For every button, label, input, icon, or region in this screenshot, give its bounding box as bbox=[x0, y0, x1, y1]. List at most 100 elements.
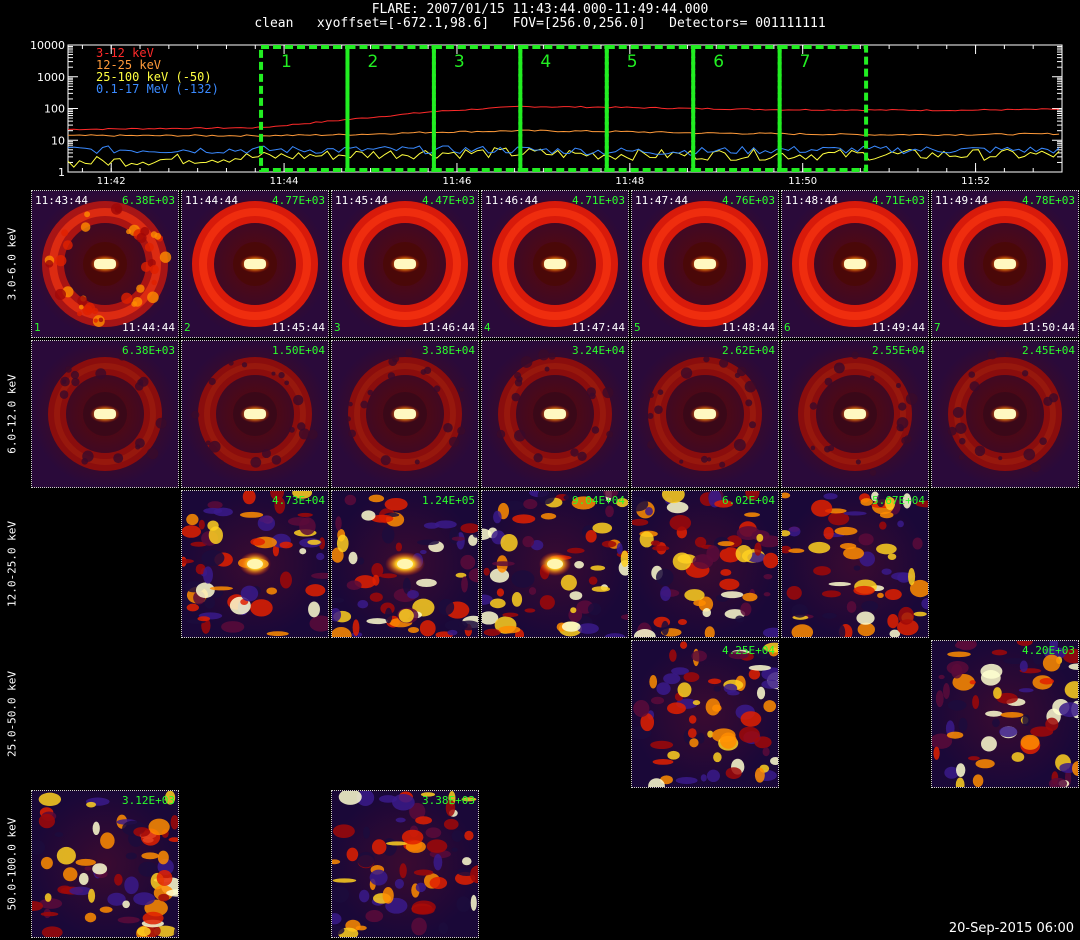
noise-blob bbox=[208, 440, 221, 453]
noise-blob bbox=[40, 911, 59, 917]
noise-blob bbox=[1043, 396, 1053, 406]
noise-blob bbox=[308, 601, 320, 618]
noise-blob bbox=[65, 366, 72, 373]
noise-blob bbox=[969, 381, 980, 392]
noise-blob bbox=[570, 607, 577, 614]
interval-label: 2 bbox=[367, 52, 378, 72]
compact-source-peak bbox=[844, 259, 866, 269]
noise-blob bbox=[968, 371, 976, 378]
noise-blob bbox=[147, 291, 159, 304]
noise-blob bbox=[86, 801, 97, 808]
noise-blob bbox=[207, 520, 219, 531]
noise-blob bbox=[71, 377, 80, 387]
noise-blob bbox=[372, 574, 380, 586]
image-max-value: 4.77E+03 bbox=[272, 194, 325, 207]
noise-blob bbox=[61, 229, 69, 237]
noise-blob bbox=[352, 619, 360, 636]
noise-blob bbox=[585, 530, 597, 543]
image-start-time: 11:46:44 bbox=[485, 194, 538, 207]
noise-blob bbox=[209, 586, 233, 591]
noise-blob bbox=[493, 510, 502, 524]
noise-blob bbox=[54, 288, 66, 301]
noise-blob bbox=[297, 422, 306, 431]
noise-blob bbox=[533, 453, 543, 463]
noise-blob bbox=[483, 567, 490, 576]
series-line bbox=[67, 129, 1060, 137]
image-tile: 6.38E+03 bbox=[31, 340, 179, 488]
noise-blob bbox=[679, 459, 684, 464]
noise-blob bbox=[98, 317, 104, 323]
noise-blob bbox=[706, 545, 720, 563]
noise-blob bbox=[240, 585, 259, 602]
image-tile: 11:46:44 4.71E+03 4 11:47:44 bbox=[481, 190, 629, 338]
noise-blob bbox=[346, 580, 362, 591]
noise-blob bbox=[843, 547, 865, 560]
energy-band-label: 50.0-100.0 keV bbox=[5, 817, 19, 911]
image-map bbox=[482, 341, 628, 487]
noise-blob bbox=[84, 912, 97, 923]
noise-blob bbox=[411, 917, 427, 936]
image-max-value: 3.38E+03 bbox=[422, 794, 475, 807]
noise-blob bbox=[725, 767, 742, 779]
image-map bbox=[32, 341, 178, 487]
noise-blob bbox=[680, 367, 693, 379]
noise-blob bbox=[395, 817, 406, 823]
image-tile: 11:45:44 4.47E+03 3 11:46:44 bbox=[331, 190, 479, 338]
noise-blob bbox=[719, 358, 729, 368]
noise-blob bbox=[148, 818, 170, 836]
noise-blob bbox=[647, 412, 654, 419]
noise-blob bbox=[791, 603, 808, 618]
noise-blob bbox=[788, 526, 801, 537]
noise-blob bbox=[62, 240, 73, 251]
noise-blob bbox=[666, 501, 689, 514]
noise-blob bbox=[78, 304, 84, 310]
noise-blob bbox=[822, 612, 837, 619]
noise-blob bbox=[92, 821, 100, 836]
noise-blob bbox=[125, 852, 137, 860]
image-tile: 1.50E+04 bbox=[181, 340, 329, 488]
noise-blob bbox=[898, 402, 907, 411]
noise-blob bbox=[853, 585, 875, 596]
noise-blob bbox=[763, 552, 778, 569]
noise-blob bbox=[419, 549, 427, 555]
noise-blob bbox=[616, 542, 623, 555]
noise-blob bbox=[663, 673, 681, 685]
noise-blob bbox=[935, 690, 944, 708]
interval-label: 1 bbox=[281, 52, 292, 72]
noise-blob bbox=[92, 863, 108, 875]
image-map bbox=[932, 341, 1078, 487]
image-end-time: 11:46:44 bbox=[422, 321, 475, 334]
noise-blob bbox=[511, 570, 535, 588]
noise-blob bbox=[405, 348, 413, 357]
noise-blob bbox=[208, 377, 216, 386]
image-max-value: 2.62E+04 bbox=[722, 344, 775, 357]
image-tile: 11:48:44 4.71E+03 6 11:49:44 bbox=[781, 190, 929, 338]
noise-blob bbox=[159, 251, 172, 263]
noise-blob bbox=[45, 260, 54, 268]
energy-band-label: 25.0-50.0 keV bbox=[5, 670, 19, 758]
noise-blob bbox=[717, 541, 735, 547]
noise-blob bbox=[577, 451, 587, 461]
noise-blob bbox=[416, 578, 437, 588]
image-tile: 3.24E+04 bbox=[481, 340, 629, 488]
noise-blob bbox=[451, 536, 465, 541]
noise-blob bbox=[719, 461, 726, 468]
noise-blob bbox=[154, 232, 162, 240]
image-map bbox=[182, 191, 328, 337]
noise-blob bbox=[357, 851, 375, 868]
image-tile: 2.45E+04 bbox=[931, 340, 1079, 488]
noise-blob bbox=[278, 372, 285, 379]
noise-blob bbox=[577, 623, 599, 634]
noise-blob bbox=[84, 302, 96, 314]
image-tile: 3.38E+04 bbox=[331, 340, 479, 488]
noise-blob bbox=[95, 368, 107, 380]
noise-blob bbox=[887, 553, 897, 560]
image-max-value: 3.12E+03 bbox=[122, 794, 175, 807]
noise-blob bbox=[336, 534, 349, 553]
noise-blob bbox=[987, 349, 998, 360]
image-tile: 5.67E+04 bbox=[781, 490, 929, 638]
noise-blob bbox=[287, 517, 310, 526]
interval-label: 7 bbox=[800, 52, 811, 72]
image-interval-index: 3 bbox=[334, 321, 341, 334]
noise-blob bbox=[968, 756, 980, 761]
